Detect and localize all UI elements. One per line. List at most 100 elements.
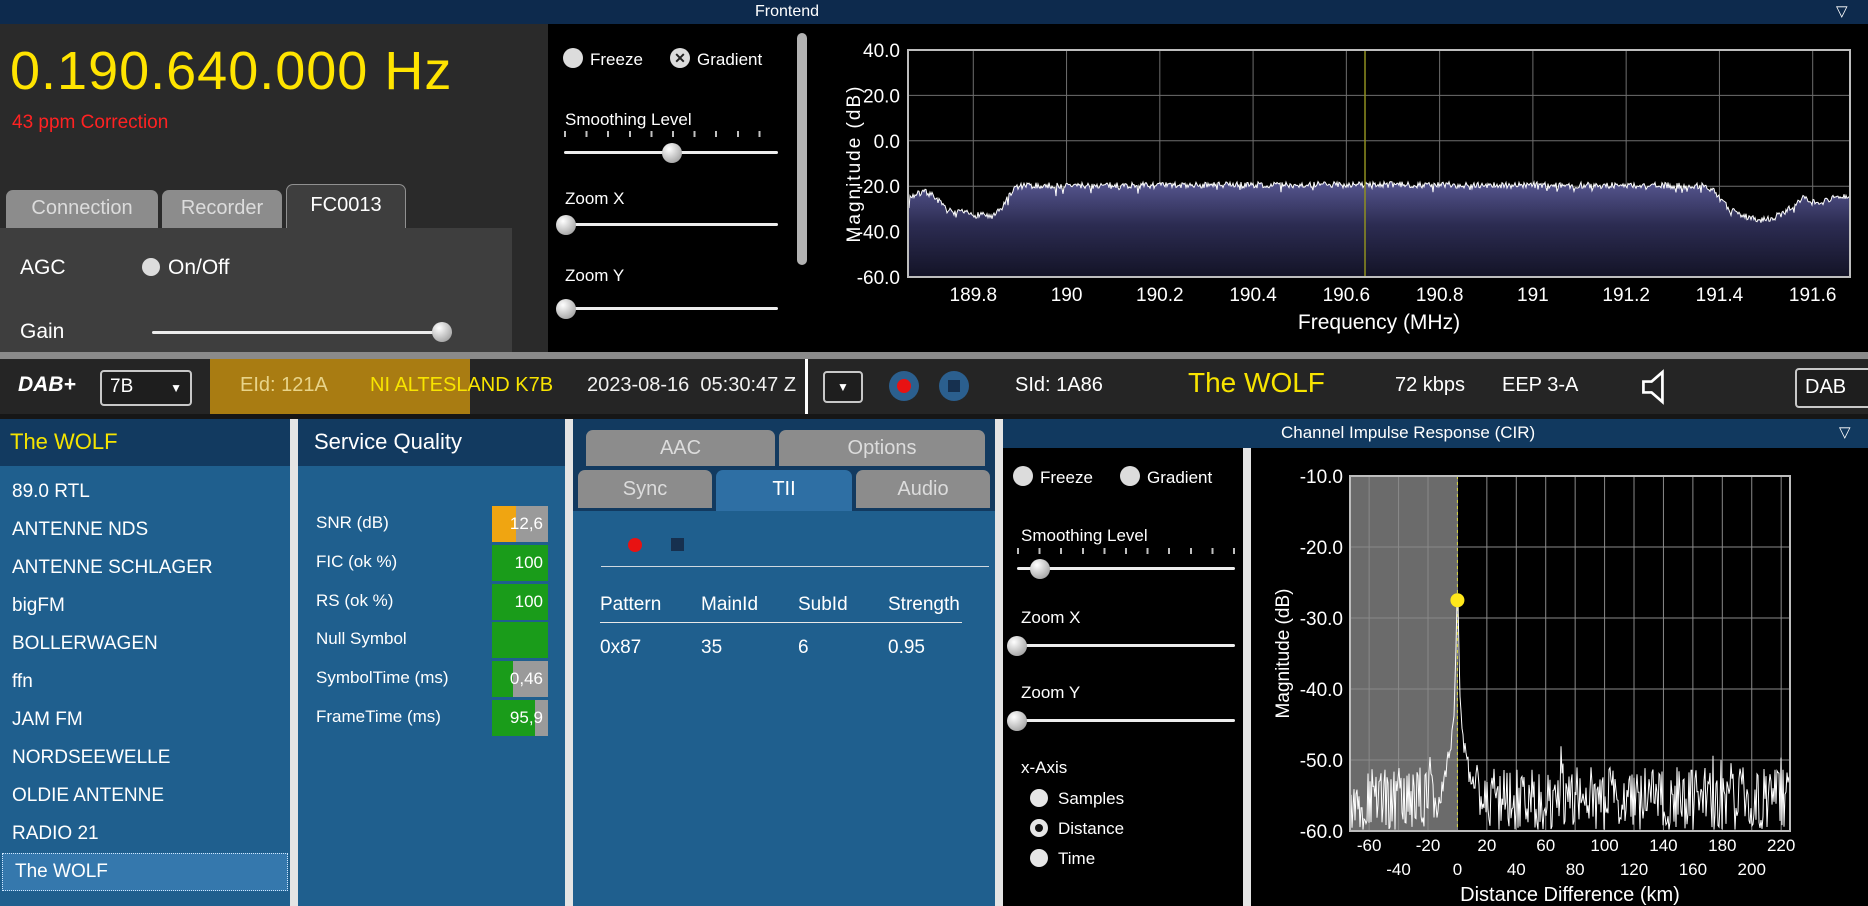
record-button[interactable] xyxy=(889,371,919,401)
tii-col-header: Strength xyxy=(888,594,960,615)
sq-bar-value: 100 xyxy=(514,592,543,611)
station-list-item[interactable]: bigFM xyxy=(0,587,290,625)
station-list: 89.0 RTL ANTENNE NDS ANTENNE SCHLAGER bigFM… xyxy=(0,473,290,891)
splitter-handle[interactable] xyxy=(1243,448,1251,906)
speaker-icon[interactable] xyxy=(1638,368,1676,406)
tuner-tab-connection[interactable]: Connection xyxy=(6,190,158,228)
tii-record-icon[interactable] xyxy=(628,538,642,552)
decoder-tab-aac[interactable]: AAC xyxy=(586,430,775,466)
ensemble-name: NI ALTESLAND K7B xyxy=(370,374,554,396)
tii-cell: 35 xyxy=(701,637,723,658)
tuner-tab-fc0013[interactable]: FC0013 xyxy=(286,184,406,229)
cir-zoom-y-slider-track[interactable] xyxy=(1017,719,1235,722)
freeze-checkbox[interactable] xyxy=(563,48,583,68)
x-axis-option-label: Samples xyxy=(1058,789,1125,808)
sq-bar-value: 0,46 xyxy=(509,669,543,688)
cir-gradient-checkbox[interactable] xyxy=(1120,466,1140,486)
axis-tick-label: 220 xyxy=(1767,836,1795,855)
station-list-item[interactable]: NORDSEEWELLE xyxy=(0,739,290,777)
axis-tick-label: -20.0 xyxy=(1300,538,1343,559)
service-quality-rows: SNR (dB) 12,6 FIC (ok %) 100 RS (ok %) 100 Nul… xyxy=(298,419,565,906)
vertical-scrollbar[interactable] xyxy=(797,33,807,265)
splitter-handle[interactable] xyxy=(995,419,1003,906)
collapse-panel-icon[interactable]: ▽ xyxy=(1836,2,1848,20)
bottom-section: The WOLF 89.0 RTL ANTENNE NDS ANTENNE SCHL… xyxy=(0,419,1868,906)
sq-bar-fill xyxy=(492,622,548,658)
axis-tick-label: 190.4 xyxy=(1229,285,1277,306)
y-axis-title: Magnitude (dB) xyxy=(844,85,865,243)
cir-freeze-checkbox[interactable] xyxy=(1013,466,1033,486)
axis-tick-label: 200 xyxy=(1738,860,1766,879)
sq-bar-1: 100 xyxy=(492,545,548,581)
zoom-x-label: Zoom X xyxy=(565,189,625,208)
tuner-tab-panel: AGC On/Off Gain xyxy=(0,228,512,352)
station-list-item[interactable]: BOLLERWAGEN xyxy=(0,625,290,663)
sq-row-label: SymbolTime (ms) xyxy=(316,668,449,687)
tii-cell: 6 xyxy=(798,637,809,658)
smoothing-slider-handle[interactable] xyxy=(662,143,682,163)
agc-toggle-label: On/Off xyxy=(168,256,230,279)
decoder-tab-options[interactable]: Options xyxy=(779,430,985,466)
decoder-tab-sync[interactable]: Sync xyxy=(578,470,712,508)
y-axis-title: Magnitude (dB) xyxy=(1273,589,1294,719)
agc-toggle[interactable] xyxy=(142,258,160,276)
splitter-handle[interactable] xyxy=(290,419,298,906)
output-device-dropdown[interactable]: DAB ▼ xyxy=(1795,368,1868,408)
cir-zoom-y-slider-handle[interactable] xyxy=(1007,711,1027,731)
zoom-x-slider-handle[interactable] xyxy=(556,215,576,235)
mode-label: DAB+ xyxy=(18,373,76,396)
x-axis-radio-time[interactable] xyxy=(1030,849,1048,867)
service-menu-button[interactable]: ▼ xyxy=(823,371,863,403)
channel-dropdown[interactable]: 7B ▼ xyxy=(100,370,192,406)
gain-slider-handle[interactable] xyxy=(432,322,452,342)
tuner-panel: 0.190.640.000 Hz 43 ppm Correction Conne… xyxy=(0,24,548,352)
x-axis-title: Frequency (MHz) xyxy=(1298,311,1460,334)
station-list-item[interactable]: ffn xyxy=(0,663,290,701)
radio-dot xyxy=(1035,824,1043,832)
tuner-tab-recorder[interactable]: Recorder xyxy=(162,190,282,228)
sq-bar-value: 95,9 xyxy=(509,708,543,727)
axis-tick-label: 190.6 xyxy=(1323,285,1371,306)
stop-button[interactable] xyxy=(939,371,969,401)
decoder-tab-audio[interactable]: Audio xyxy=(856,470,990,508)
station-list-item[interactable]: ANTENNE SCHLAGER xyxy=(0,549,290,587)
frontend-spectrum-chart[interactable]: 40.020.00.0-20.0-40.0-60.0189.8 190 190.2 1… xyxy=(812,24,1868,352)
x-axis-radio-distance[interactable] xyxy=(1030,819,1048,837)
horizontal-scrollbar[interactable] xyxy=(0,352,1868,359)
cir-zoom-x-slider-track[interactable] xyxy=(1017,644,1235,647)
cir-smoothing-slider-handle[interactable] xyxy=(1030,559,1050,579)
zoom-x-slider-track[interactable] xyxy=(564,223,778,226)
cir-smoothing-slider-ticks xyxy=(1017,548,1235,554)
service-name: The WOLF xyxy=(1188,367,1325,398)
cir-zoom-y-label: Zoom Y xyxy=(1021,683,1081,702)
axis-tick-label: 189.8 xyxy=(950,285,998,306)
sid-label: SId: 1A86 xyxy=(1015,374,1103,396)
station-list-item[interactable]: JAM FM xyxy=(0,701,290,739)
station-list-item[interactable]: RADIO 21 xyxy=(0,815,290,853)
dab-service-bar: DAB+ 7B ▼ EId: 121A NI ALTESLAND K7B 202… xyxy=(0,359,1868,414)
zoom-y-slider-track[interactable] xyxy=(564,307,778,310)
station-list-item[interactable]: ANTENNE NDS xyxy=(0,511,290,549)
tii-col-header: SubId xyxy=(798,594,848,615)
tii-divider xyxy=(601,566,989,567)
tii-stop-icon[interactable] xyxy=(671,538,684,551)
x-axis-radio-samples[interactable] xyxy=(1030,789,1048,807)
cir-zoom-x-slider-handle[interactable] xyxy=(1007,636,1027,656)
collapse-panel-icon[interactable]: ▽ xyxy=(1839,423,1851,441)
gradient-checkbox[interactable]: ✕ xyxy=(670,48,690,68)
cir-section: Channel Impulse Response (CIR) ▽ Freeze … xyxy=(1003,419,1868,906)
axis-tick-label: 140 xyxy=(1649,836,1677,855)
decoder-tab-tii[interactable]: TII xyxy=(716,470,852,511)
splitter-handle[interactable] xyxy=(565,419,573,906)
gradient-label: Gradient xyxy=(697,50,763,69)
gain-slider-track[interactable] xyxy=(152,331,452,334)
cir-chart[interactable]: -10.0 -20.0 -30.0 -40.0 -50.0 -60.0 -60-40 -20 0… xyxy=(1251,448,1868,906)
station-list-header: The WOLF xyxy=(0,419,290,466)
station-list-item[interactable]: The WOLF xyxy=(2,853,288,891)
axis-tick-label: 191.6 xyxy=(1789,285,1837,306)
station-list-item[interactable]: OLDIE ANTENNE xyxy=(0,777,290,815)
station-list-item[interactable]: 89.0 RTL xyxy=(0,473,290,511)
axis-tick-label: 160 xyxy=(1679,860,1707,879)
axis-tick-label: -40 xyxy=(1386,860,1411,879)
zoom-y-slider-handle[interactable] xyxy=(556,299,576,319)
